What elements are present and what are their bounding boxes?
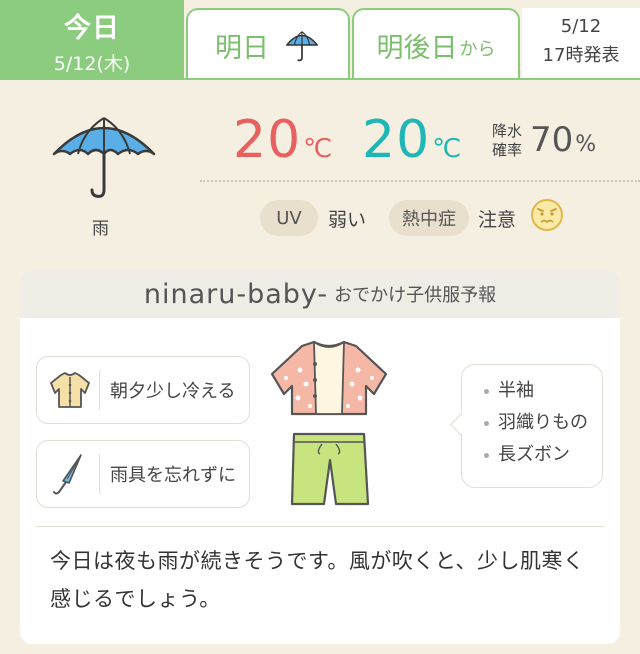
tab-underline [0, 78, 640, 80]
tip-item: 朝夕少し冷える [36, 356, 250, 424]
tip-text: 雨具を忘れずに [110, 465, 236, 486]
tab-day-after-suffix: から [459, 39, 496, 60]
divider [200, 180, 640, 182]
tab-day-after-tomorrow[interactable]: 明後日 から [352, 8, 520, 80]
announcement-hour: 17時発表 [542, 45, 620, 66]
forecast-comment: 今日は夜も雨が続きそうです。風が吹くと、少し肌寒く感じるでしょう。 [50, 549, 585, 611]
umbrella-icon [52, 117, 156, 198]
list-item: 長ズボン [484, 439, 602, 471]
tab-day-after-label: 明後日 [376, 32, 458, 64]
tab-tomorrow-label: 明日 [215, 32, 269, 64]
temp-low-value: 20 [362, 110, 431, 170]
uv-value: 弱い [328, 209, 367, 231]
umbrella-closed-icon [53, 454, 82, 495]
tab-tomorrow[interactable]: 明日 [186, 8, 350, 80]
day-tabs: 今日 5/12(木) 明日 明後日 から 5/12 17時発表 [0, 0, 640, 80]
tab-today[interactable]: 今日 5/12(木) [0, 0, 184, 80]
rain-label-line2: 確率 [492, 141, 523, 159]
temp-low: 20℃ [362, 110, 462, 170]
announcement-date: 5/12 [560, 16, 602, 37]
tip-item: 雨具を忘れずに [36, 440, 250, 508]
tip-text: 朝夕少し冷える [110, 381, 236, 402]
heatstroke-value: 注意 [478, 209, 517, 231]
worried-face-icon [531, 199, 563, 231]
tip-separator [99, 454, 100, 494]
weather-label: 雨 [92, 219, 109, 239]
rain-label-line1: 降水 [492, 122, 523, 140]
list-item: 半袖 [484, 375, 602, 407]
umbrella-icon [286, 31, 318, 62]
heatstroke-badge: 熱中症 [389, 200, 469, 236]
tab-today-label: 今日 [64, 13, 120, 44]
rain-probability: 70% [530, 120, 596, 160]
recommended-clothes-bubble: 半袖 羽織りもの 長ズボン [461, 364, 603, 488]
card-header: ninaru-baby- おでかけ子供服予報 [20, 270, 620, 318]
rain-probability-unit: % [575, 132, 597, 157]
rain-probability-label: 降水 確率 [492, 122, 522, 160]
rain-probability-value: 70 [530, 120, 574, 160]
temp-high-unit: ℃ [303, 134, 334, 164]
temp-high: 20℃ [233, 110, 333, 170]
temp-high-value: 20 [233, 110, 302, 170]
cardigan-and-pants-icon [270, 340, 388, 506]
list-item: 羽織りもの [484, 407, 602, 439]
card-divider [36, 526, 604, 527]
tab-today-date: 5/12(木) [53, 53, 131, 75]
kids-clothing-forecast-card: ninaru-baby- おでかけ子供服予報 朝夕少し冷える 雨具を忘れずに 半… [20, 270, 620, 644]
uv-badge: UV [260, 200, 318, 236]
card-title: おでかけ子供服予報 [334, 285, 497, 306]
temp-low-unit: ℃ [432, 134, 463, 164]
announcement-time: 5/12 17時発表 [522, 8, 640, 80]
brand-logo: ninaru-baby- [143, 278, 329, 310]
tip-separator [99, 370, 100, 410]
cardigan-icon [50, 372, 90, 408]
